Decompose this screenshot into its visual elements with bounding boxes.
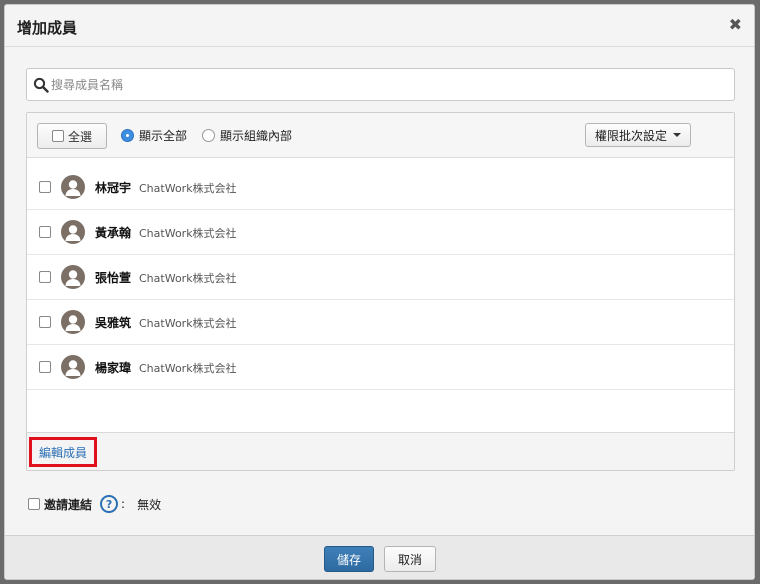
radio-show-all[interactable]: 顯示全部	[121, 127, 187, 144]
member-name: 黃承翰	[95, 226, 132, 240]
search-icon	[33, 77, 49, 93]
member-list: 林冠宇 ChatWork株式会社 黃承翰 ChatWork株式会社 張怡萱 Ch…	[27, 165, 734, 390]
chevron-down-icon	[673, 133, 681, 137]
member-toolbar: 全選 顯示全部 顯示組織內部 權限批次設定	[27, 113, 734, 158]
avatar-icon	[61, 310, 85, 334]
invite-link-label: 邀請連結	[44, 497, 93, 512]
member-checkbox[interactable]	[39, 361, 51, 373]
search-input[interactable]	[51, 74, 721, 96]
member-name: 吳雅筑	[95, 316, 132, 330]
search-box	[26, 68, 735, 101]
dialog-footer: 儲存 取消	[5, 535, 754, 579]
avatar-icon	[61, 220, 85, 244]
member-row[interactable]: 楊家瑋 ChatWork株式会社	[27, 345, 734, 390]
radio-show-all-label: 顯示全部	[139, 129, 188, 143]
radio-show-org-dot[interactable]	[202, 129, 215, 142]
save-button[interactable]: 儲存	[324, 546, 374, 572]
member-panel: 全選 顯示全部 顯示組織內部 權限批次設定 林冠宇 ChatWork株式会社 黃…	[26, 112, 735, 471]
member-panel-footer: 編輯成員	[27, 432, 734, 470]
invite-link-status: 無效	[137, 497, 162, 512]
avatar-icon	[61, 355, 85, 379]
member-row[interactable]: 吳雅筑 ChatWork株式会社	[27, 300, 734, 345]
member-checkbox[interactable]	[39, 226, 51, 238]
member-org: ChatWork株式会社	[139, 227, 237, 240]
help-icon[interactable]: ?	[100, 495, 119, 513]
member-row[interactable]: 林冠宇 ChatWork株式会社	[27, 165, 734, 210]
member-checkbox[interactable]	[39, 181, 51, 193]
member-row[interactable]: 張怡萱 ChatWork株式会社	[27, 255, 734, 300]
radio-show-org-label: 顯示組織內部	[220, 129, 293, 143]
member-name: 張怡萱	[95, 271, 132, 285]
radio-show-all-dot[interactable]	[121, 129, 134, 142]
edit-members-link[interactable]: 編輯成員	[29, 437, 97, 467]
cancel-button[interactable]: 取消	[384, 546, 436, 572]
permission-batch-button[interactable]: 權限批次設定	[585, 123, 691, 147]
member-checkbox[interactable]	[39, 316, 51, 328]
invite-colon: :	[121, 497, 126, 511]
avatar-icon	[61, 175, 85, 199]
member-name: 楊家瑋	[95, 361, 132, 375]
add-member-dialog: 增加成員 ✖ 全選 顯示全部 顯示組織內部 權限批次設定	[4, 4, 755, 580]
dialog-header: 增加成員 ✖	[5, 5, 754, 47]
member-checkbox[interactable]	[39, 271, 51, 283]
dialog-title: 增加成員	[17, 19, 78, 37]
member-org: ChatWork株式会社	[139, 272, 237, 285]
close-icon[interactable]: ✖	[729, 17, 742, 33]
avatar-icon	[61, 265, 85, 289]
member-name: 林冠宇	[95, 181, 132, 195]
member-org: ChatWork株式会社	[139, 362, 237, 375]
radio-show-org[interactable]: 顯示組織內部	[202, 127, 292, 144]
invite-link-checkbox[interactable]	[28, 498, 40, 510]
select-all-label: 全選	[67, 129, 92, 144]
member-org: ChatWork株式会社	[139, 182, 237, 195]
member-row[interactable]: 黃承翰 ChatWork株式会社	[27, 210, 734, 255]
invite-link-row: 邀請連結 ? : 無效	[28, 495, 161, 513]
select-all-checkbox[interactable]	[51, 130, 64, 142]
permission-batch-label: 權限批次設定	[594, 128, 667, 143]
select-all-button[interactable]: 全選	[37, 123, 107, 149]
member-org: ChatWork株式会社	[139, 317, 237, 330]
